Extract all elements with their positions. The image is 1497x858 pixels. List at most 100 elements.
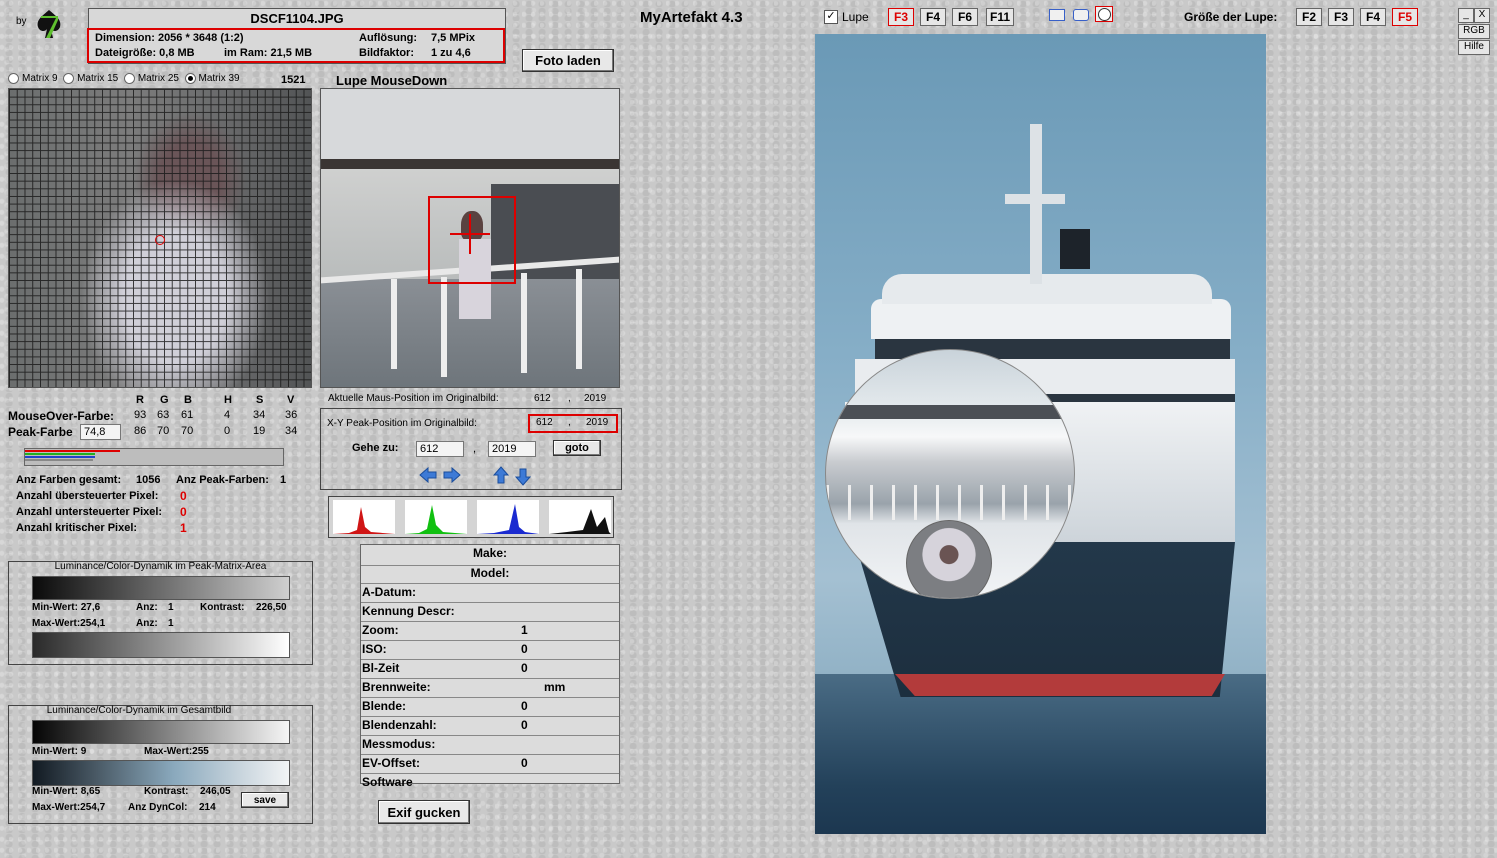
size-f2-button[interactable]: F2 [1296, 8, 1322, 26]
minimize-button[interactable]: _ [1458, 8, 1474, 23]
circle-icon [1097, 8, 1111, 21]
peak-color-field[interactable]: 74,8 [80, 424, 121, 440]
overexposed-value: 0 [180, 489, 187, 503]
blue-level-bar [25, 456, 95, 458]
main-photo[interactable] [815, 34, 1266, 834]
peak-position-label: X-Y Peak-Position im Originalbild: [327, 418, 477, 429]
header-h: H [224, 394, 232, 406]
green-level-bar [25, 453, 95, 455]
loupe-view[interactable] [320, 88, 620, 388]
rgb-button[interactable]: RGB [1458, 24, 1490, 39]
mouseover-r: 93 [134, 409, 147, 421]
peak-anz2-label: Anz: [136, 618, 158, 629]
ram-text: im Ram: 21,5 MB [224, 47, 313, 59]
total-min2-value: Min-Wert: 8,65 [32, 786, 101, 797]
save-button[interactable]: save [241, 792, 289, 808]
current-sep: , [568, 393, 571, 404]
peak-g: 70 [157, 425, 170, 437]
size-f3-button[interactable]: F3 [1328, 8, 1354, 26]
goto-x-input[interactable]: 612 [416, 441, 464, 457]
header-s: S [256, 394, 264, 406]
key-f6-button[interactable]: F6 [952, 8, 978, 26]
exif-row-value: mm [544, 680, 566, 694]
current-y: 2019 [584, 393, 607, 404]
matrix-39-option[interactable]: Matrix 39 [184, 73, 240, 84]
dynamics-peak-panel: Luminance/Color-Dynamik im Peak-Matrix-A… [8, 561, 313, 665]
dynamics-total-title: Luminance/Color-Dynamik im Gesamtbild [46, 705, 232, 716]
exif-button[interactable]: Exif gucken [378, 800, 470, 824]
scale-value: 1 zu 4,6 [431, 47, 471, 59]
key-f3-button[interactable]: F3 [888, 8, 914, 26]
underexposed-label: Anzahl untersteuerter Pixel: [16, 506, 163, 518]
total-min1-value: Min-Wert: 9 [32, 746, 87, 757]
size-f4-button[interactable]: F4 [1360, 8, 1386, 26]
peak-y: 2019 [586, 417, 609, 428]
total-max2-value: Max-Wert:254,7 [32, 802, 106, 813]
arrow-left-icon[interactable] [419, 466, 437, 484]
exif-row-label: Bl-Zeit [362, 661, 400, 675]
sea [815, 674, 1266, 834]
peak-r: 86 [134, 425, 147, 437]
exif-row-value: 0 [521, 661, 528, 675]
file-details-box: Dimension: 2056 * 3648 (1:2) Auflösung: … [87, 28, 505, 63]
filesize-text: Dateigröße: 0,8 MB [95, 47, 195, 59]
exif-row: Messmodus: [361, 735, 619, 753]
exif-row: Bl-Zeit 0 [361, 659, 619, 677]
peak-sep: , [568, 417, 571, 428]
matrix-9-option[interactable]: Matrix 9 [8, 73, 58, 84]
matrix-options: Matrix 9 Matrix 15 Matrix 25 Matrix 39 [8, 73, 240, 84]
matrix-count: 1521 [281, 74, 306, 86]
size-f5-button[interactable]: F5 [1392, 8, 1418, 26]
goto-button[interactable]: goto [553, 440, 601, 456]
exif-row-label: Zoom: [362, 623, 399, 637]
arrow-right-icon[interactable] [443, 466, 461, 484]
exif-row: A-Datum: [361, 583, 619, 601]
lupe-checkbox[interactable]: ✓ [824, 10, 838, 24]
matrix-15-option[interactable]: Matrix 15 [63, 73, 118, 84]
exif-row: Brennweite: mm [361, 678, 619, 696]
peak-x: 612 [536, 417, 553, 428]
inner-magnifier [906, 520, 992, 598]
peak-v: 34 [285, 425, 298, 437]
peak-position-panel: X-Y Peak-Position im Originalbild: 612 ,… [320, 408, 622, 490]
underexposed-value: 0 [180, 505, 187, 519]
arrow-down-icon[interactable] [514, 468, 532, 486]
load-photo-button[interactable]: Foto laden [522, 49, 614, 72]
total-contrast-value: 246,05 [200, 786, 231, 797]
key-f11-button[interactable]: F11 [986, 8, 1014, 26]
loupe-selection-box [428, 196, 516, 284]
mouseover-s: 34 [253, 409, 266, 421]
exif-row-label: Kennung Descr: [362, 604, 455, 618]
peak-contrast-value: 226,50 [256, 602, 287, 613]
peak-colors-value: 1 [280, 474, 287, 486]
exif-make: Make: [472, 546, 507, 560]
help-button[interactable]: Hilfe [1458, 40, 1490, 55]
goto-sep: , [473, 443, 477, 455]
exif-row-label: A-Datum: [362, 585, 416, 599]
histogram-green [405, 500, 467, 534]
lupe-size-label: Größe der Lupe: [1184, 10, 1278, 24]
key-f4-button[interactable]: F4 [920, 8, 946, 26]
exif-row-label: Brennweite: [362, 680, 431, 694]
total-luminance-gradient [32, 720, 290, 744]
arrow-up-icon[interactable] [492, 466, 510, 484]
lupe-shape-rect-icon[interactable] [1049, 9, 1065, 21]
peak-position-box: 612 , 2019 [528, 414, 618, 433]
peak-color-gradient [32, 632, 290, 658]
mouseover-label: MouseOver-Farbe: [8, 409, 115, 423]
scale-label: Bildfaktor: [359, 47, 414, 59]
goto-y-input[interactable]: 2019 [488, 441, 536, 457]
mouseover-v: 36 [285, 409, 298, 421]
exif-row-label: Messmodus: [362, 737, 436, 751]
matrix-25-option[interactable]: Matrix 25 [123, 73, 179, 84]
total-colors-label: Anz Farben gesamt: [16, 474, 122, 486]
lupe-shape-circle-button[interactable] [1095, 6, 1113, 22]
pixel-matrix-view[interactable] [8, 88, 312, 388]
lupe-shape-rounded-icon[interactable] [1073, 9, 1089, 21]
close-button[interactable]: X [1474, 8, 1490, 23]
exif-row-value: 1 [521, 623, 528, 637]
peak-colors-label: Anz Peak-Farben: [176, 474, 269, 486]
peak-color-label: Peak-Farbe [8, 425, 73, 439]
exif-row-value: 0 [521, 718, 528, 732]
peak-luminance-gradient [32, 576, 290, 600]
